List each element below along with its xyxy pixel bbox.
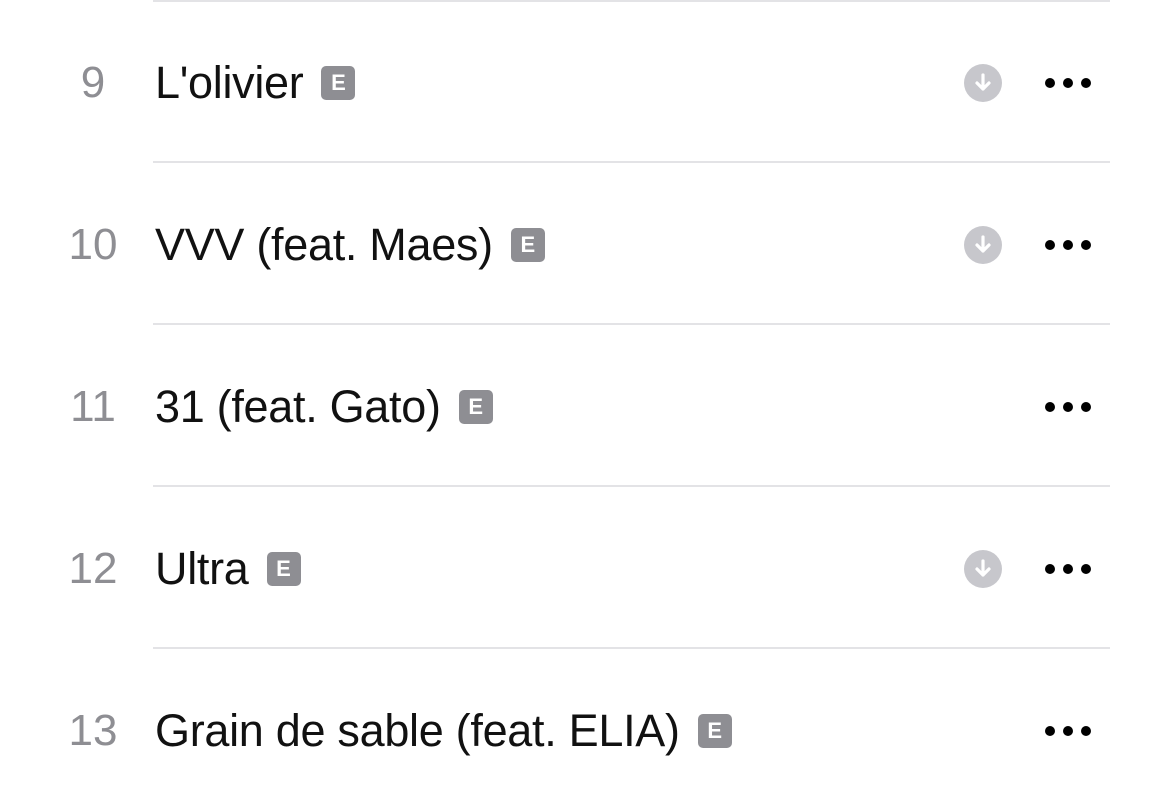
explicit-badge: E [321, 66, 356, 100]
track-row[interactable]: 11 31 (feat. Gato) E [0, 326, 1170, 488]
ellipsis-icon [1045, 564, 1091, 574]
track-row[interactable]: 12 Ultra E [0, 488, 1170, 650]
track-row[interactable]: 10 VVV (feat. Maes) E [0, 164, 1170, 326]
explicit-badge: E [458, 390, 493, 424]
track-row[interactable]: 13 Grain de sable (feat. ELIA) E [0, 650, 1170, 812]
download-icon[interactable] [964, 226, 1002, 264]
ellipsis-icon [1045, 240, 1091, 250]
track-list: 9 L'olivier E 10 VVV (feat. Maes) E 11 3… [0, 0, 1170, 791]
download-icon[interactable] [964, 550, 1002, 588]
track-title: Ultra [155, 543, 249, 594]
track-title: VVV (feat. Maes) [155, 219, 493, 270]
track-number: 9 [80, 58, 106, 107]
track-title-group: L'olivier E [155, 57, 356, 108]
more-options-button[interactable] [1040, 711, 1096, 751]
divider [153, 647, 1110, 649]
track-number: 13 [68, 706, 118, 755]
ellipsis-icon [1045, 726, 1091, 736]
track-title: L'olivier [155, 57, 304, 108]
track-title: Grain de sable (feat. ELIA) [155, 705, 680, 756]
track-number: 12 [68, 544, 118, 593]
track-number: 10 [68, 220, 118, 269]
explicit-badge: E [510, 228, 545, 262]
explicit-badge: E [266, 552, 301, 586]
more-options-button[interactable] [1040, 549, 1096, 589]
download-icon[interactable] [964, 64, 1002, 102]
track-number: 11 [70, 382, 116, 431]
ellipsis-icon [1045, 402, 1091, 412]
divider [153, 323, 1110, 325]
more-options-button[interactable] [1040, 387, 1096, 427]
track-title: 31 (feat. Gato) [155, 381, 441, 432]
track-title-group: Ultra E [155, 544, 301, 594]
ellipsis-icon [1045, 78, 1091, 88]
explicit-badge: E [697, 714, 732, 748]
more-options-button[interactable] [1040, 63, 1096, 103]
track-row[interactable]: 9 L'olivier E [0, 2, 1170, 164]
divider [153, 485, 1110, 487]
track-title-group: Grain de sable (feat. ELIA) E [155, 706, 732, 756]
track-title-group: VVV (feat. Maes) E [155, 220, 545, 270]
more-options-button[interactable] [1040, 225, 1096, 265]
divider [153, 161, 1110, 163]
track-title-group: 31 (feat. Gato) E [155, 382, 493, 432]
